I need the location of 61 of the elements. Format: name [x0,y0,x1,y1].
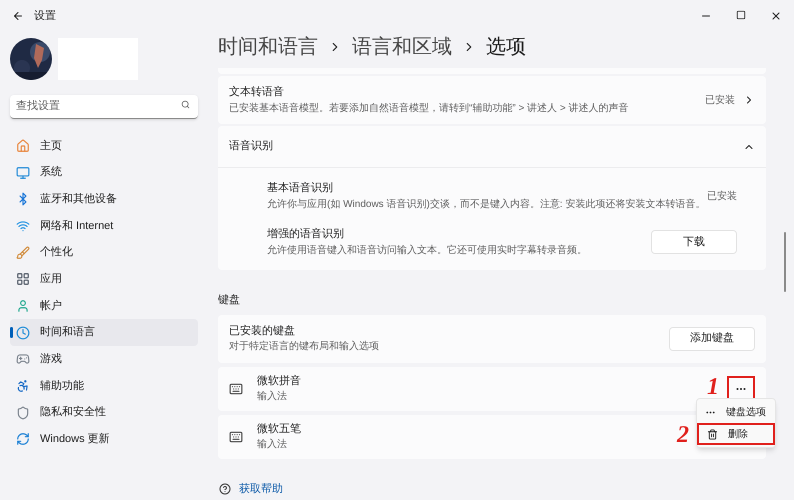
nav-item[interactable]: Windows 更新 [10,426,198,453]
maximize-icon[interactable] [736,10,746,20]
setting-title: 已安装的键盘 [229,324,296,339]
nav-item[interactable]: 系统 [10,159,198,186]
status-text: 已安装 [705,94,735,108]
clock-icon [16,326,30,340]
monitor-icon [16,166,30,180]
back-icon[interactable] [12,10,24,22]
annotation-number: 1 [707,374,719,400]
apps-icon [16,272,30,286]
setting-title: 基本语音识别 [267,180,334,196]
nav-item[interactable]: 游戏 [10,346,198,373]
keyboard-type: 输入法 [257,438,287,452]
keyboard-icon [229,430,243,444]
scrollbar-thumb[interactable] [784,232,786,292]
add-keyboard-button[interactable]: 添加键盘 [669,326,755,350]
house-icon [16,138,30,153]
setting-description: 允许你与应用(如 Windows 语音识别)交谈，而不是键入内容。注意: 安装此项还将安装文本转语音。 [267,198,706,212]
gamepad-icon [16,352,30,366]
breadcrumb-item[interactable]: 时间和语言 [218,32,318,62]
nav-item[interactable]: 时间和语言 [10,319,198,346]
nav-item[interactable]: 帐户 [10,292,198,320]
setting-description: 对于特定语言的键布局和输入选项 [229,340,380,354]
nav-item[interactable]: 个性化 [10,239,198,266]
search-field[interactable]: 查找设置 [10,94,198,118]
accessibility-icon [16,379,30,394]
status-text: 已安装 [707,190,737,204]
refresh-icon [16,432,30,446]
setting-description: 允许使用语音键入和语音访问输入文本。它还可使用实时字幕转录音频。 [267,244,588,258]
breadcrumb-item[interactable]: 语言和区域 [352,32,452,62]
nav-item[interactable]: 网络和 Internet [10,212,198,240]
person-icon [16,298,30,313]
close-icon[interactable] [770,10,782,22]
settings-card[interactable]: 文本转语音 已安装基本语音模型。若要添加自然语音模型，请转到“辅助功能” > 讲述人 > 讲述人的声音 已安装 [218,76,766,124]
search-icon [181,100,190,109]
window-title: 设置 [34,8,56,24]
menu-item[interactable]: 删除 [697,423,775,445]
nav-item[interactable]: 隐私和安全性 [10,399,198,426]
keyboard-type: 输入法 [257,390,287,404]
nav-item[interactable]: 辅助功能 [10,372,198,400]
wifi-icon [16,218,30,233]
keyboard-icon [229,382,243,396]
trash-icon [707,428,718,440]
download-button[interactable]: 下载 [651,230,737,254]
help-link[interactable]: 获取帮助 [239,480,283,497]
brush-icon [16,246,30,260]
setting-description: 已安装基本语音模型。若要添加自然语音模型，请转到“辅助功能” > 讲述人 > 讲述人的声音 [229,102,630,116]
shield-icon [16,406,30,420]
nav-item[interactable]: 主页 [10,132,198,160]
keyboard-name: 微软五笔 [257,422,301,437]
nav-item[interactable]: 应用 [10,266,198,293]
annotation-number: 2 [677,422,689,448]
section-label: 键盘 [218,293,241,308]
expander-header[interactable]: 语音识别 [218,126,766,168]
help-icon [219,482,231,495]
breadcrumb-item: 选项 [486,35,526,60]
setting-title: 增强的语音识别 [267,226,345,242]
keyboard-name: 微软拼音 [257,374,301,389]
nav-item[interactable]: 蓝牙和其他设备 [10,186,198,213]
setting-title: 文本转语音 [229,84,285,100]
menu-item[interactable]: 键盘选项 [697,401,775,423]
